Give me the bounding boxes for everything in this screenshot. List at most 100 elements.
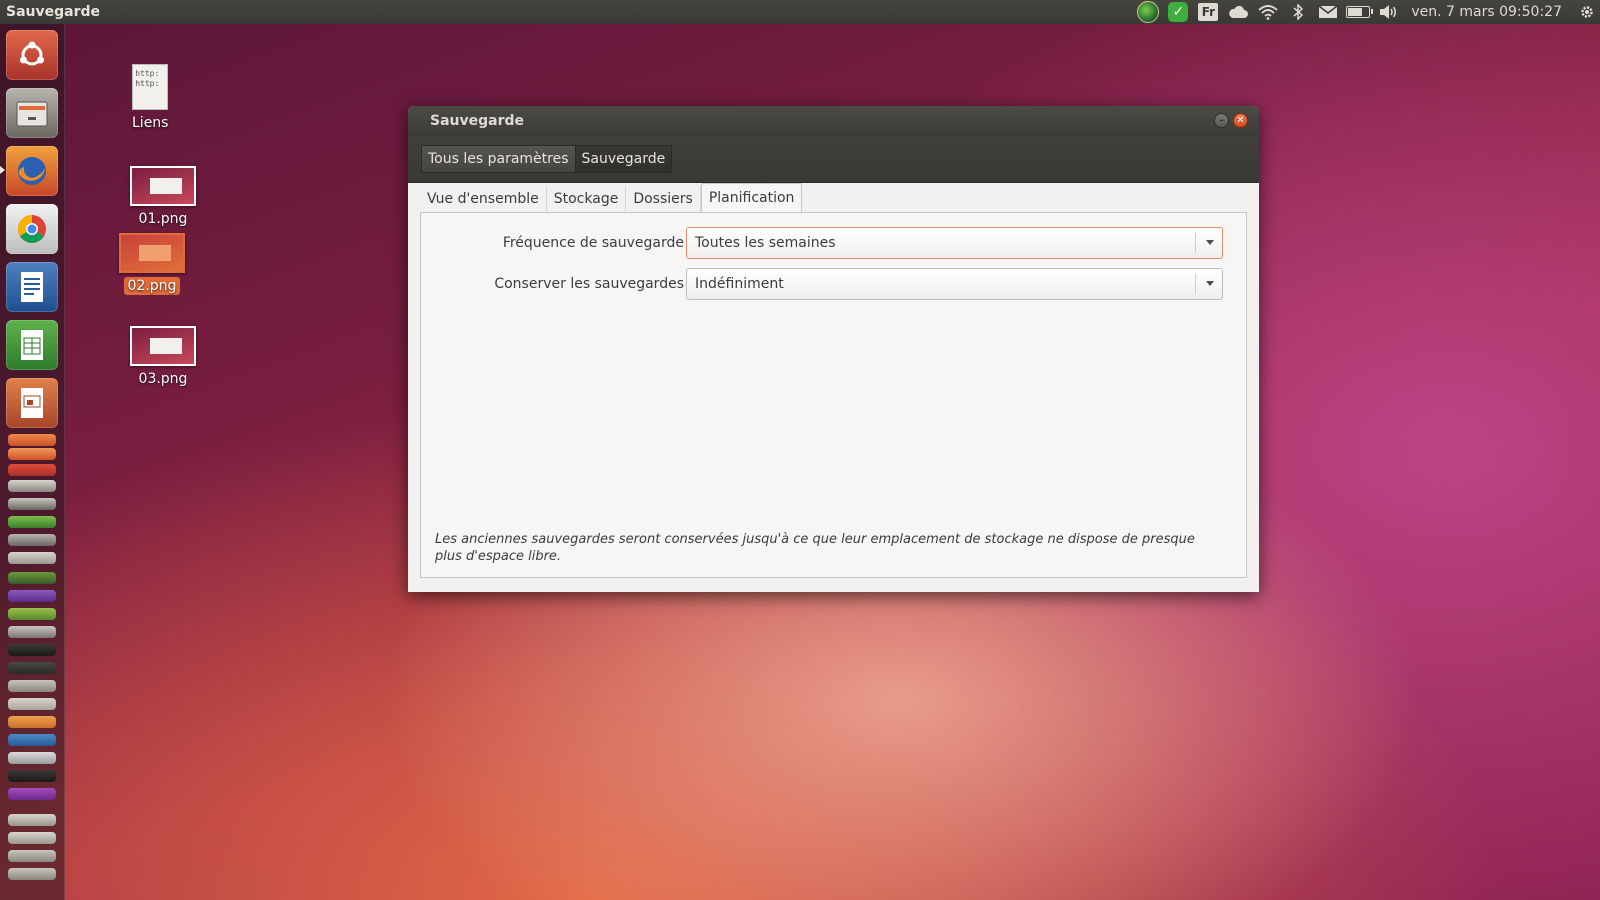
- launcher-stacked-item[interactable]: [8, 716, 56, 728]
- launcher-stacked-item[interactable]: [8, 608, 56, 620]
- launcher-stacked-item[interactable]: [8, 770, 56, 782]
- launcher-stacked-item[interactable]: [8, 832, 56, 844]
- mail-icon: [1318, 5, 1338, 18]
- mail-indicator[interactable]: [1313, 0, 1343, 24]
- launcher-chrome-button[interactable]: [6, 204, 58, 254]
- indicator-area: ✓ Fr ven. 7 mars 09:50:27: [1133, 0, 1600, 24]
- battery-icon: [1346, 6, 1374, 18]
- cloud-icon: [1229, 5, 1249, 18]
- tab-overview[interactable]: Vue d'ensemble: [420, 186, 547, 212]
- files-icon: [16, 101, 48, 127]
- frequency-row: Fréquence de sauvegarde Toutes les semai…: [421, 227, 1246, 259]
- desktop-icon-liens[interactable]: http: http: Liens: [128, 64, 172, 132]
- frequency-value: Toutes les semaines: [695, 235, 836, 251]
- impress-icon: [21, 388, 43, 418]
- tab-folders[interactable]: Dossiers: [626, 186, 701, 212]
- wifi-indicator[interactable]: [1253, 0, 1283, 24]
- tab-schedule[interactable]: Planification: [700, 183, 803, 212]
- launcher-stacked-item[interactable]: [8, 814, 56, 826]
- text-file-icon: http: http:: [132, 64, 169, 110]
- gear-icon: [1581, 6, 1593, 18]
- active-app-title: Sauvegarde: [6, 4, 101, 20]
- frequency-label: Fréquence de sauvegarde: [502, 235, 684, 251]
- launcher-stacked-item[interactable]: [8, 448, 56, 460]
- breadcrumb-backup[interactable]: Sauvegarde: [575, 145, 673, 173]
- launcher-stacked-item[interactable]: [8, 680, 56, 692]
- desktop-icon-03-png[interactable]: 03.png: [130, 326, 196, 388]
- desktop-icon-label: Liens: [132, 115, 169, 131]
- launcher-impress-button[interactable]: [6, 378, 58, 428]
- launcher-stacked-item[interactable]: [8, 590, 56, 602]
- wifi-icon: [1258, 5, 1278, 20]
- schedule-pane: Fréquence de sauvegarde Toutes les semai…: [420, 212, 1247, 578]
- launcher-stacked-item[interactable]: [8, 850, 56, 862]
- launcher-dash-button[interactable]: [6, 30, 58, 80]
- launcher-stacked-item[interactable]: [8, 498, 56, 510]
- launcher-calc-button[interactable]: [6, 320, 58, 370]
- battery-indicator[interactable]: [1343, 0, 1374, 24]
- calc-icon: [21, 330, 43, 360]
- launcher-writer-button[interactable]: [6, 262, 58, 312]
- firefox-icon: [18, 157, 46, 185]
- file-preview-text: http: http:: [135, 69, 160, 88]
- launcher-stacked-item[interactable]: [8, 534, 56, 546]
- keep-row: Conserver les sauvegardes Indéfiniment: [421, 268, 1246, 300]
- minimize-button[interactable]: –: [1214, 113, 1229, 128]
- chevron-down-icon: [1206, 281, 1214, 286]
- clock[interactable]: ven. 7 mars 09:50:27: [1403, 0, 1574, 24]
- window-content: Vue d'ensemble Stockage Dossiers Planifi…: [420, 183, 1247, 578]
- settings-toolbar: Tous les paramètres Sauvegarde: [408, 136, 1259, 183]
- launcher-stacked-item[interactable]: [8, 644, 56, 656]
- desktop-icon-01-png[interactable]: 01.png: [130, 166, 196, 228]
- retention-note: Les anciennes sauvegardes seront conserv…: [435, 532, 1195, 564]
- launcher-stacked-item[interactable]: [8, 788, 56, 800]
- window-title: Sauvegarde: [430, 113, 525, 129]
- tab-bar: Vue d'ensemble Stockage Dossiers Planifi…: [420, 183, 1247, 212]
- keep-value: Indéfiniment: [695, 276, 784, 292]
- keep-label: Conserver les sauvegardes: [494, 276, 684, 292]
- globe-icon: [1137, 1, 1160, 23]
- keyboard-layout-icon: Fr: [1198, 3, 1219, 21]
- launcher: [0, 24, 65, 900]
- keyboard-layout-indicator[interactable]: Fr: [1193, 0, 1223, 24]
- close-button[interactable]: ✕: [1233, 113, 1248, 128]
- image-thumbnail-icon: [130, 166, 196, 206]
- bluetooth-indicator[interactable]: [1283, 0, 1313, 24]
- launcher-firefox-button[interactable]: [6, 146, 58, 196]
- globe-indicator[interactable]: [1133, 0, 1163, 24]
- image-thumbnail-icon: [119, 233, 185, 273]
- desktop-icon-label: 03.png: [138, 371, 188, 387]
- launcher-files-button[interactable]: [6, 88, 58, 138]
- launcher-stacked-item[interactable]: [8, 552, 56, 564]
- launcher-stacked-item[interactable]: [8, 480, 56, 492]
- writer-icon: [21, 272, 43, 302]
- check-icon: ✓: [1168, 2, 1189, 22]
- launcher-stacked-item[interactable]: [8, 572, 56, 584]
- frequency-dropdown[interactable]: Toutes les semaines: [686, 227, 1223, 259]
- launcher-stacked-item[interactable]: [8, 752, 56, 764]
- check-indicator[interactable]: ✓: [1163, 0, 1193, 24]
- volume-indicator[interactable]: [1373, 0, 1403, 24]
- launcher-stacked-item[interactable]: [8, 626, 56, 638]
- launcher-stacked-item[interactable]: [8, 868, 56, 880]
- launcher-stacked-item[interactable]: [8, 734, 56, 746]
- launcher-stacked-item[interactable]: [8, 698, 56, 710]
- chrome-icon: [18, 215, 46, 243]
- window-titlebar[interactable]: Sauvegarde – ✕: [408, 106, 1259, 136]
- launcher-stacked-item[interactable]: [8, 662, 56, 674]
- keep-dropdown[interactable]: Indéfiniment: [686, 268, 1223, 300]
- tab-storage[interactable]: Stockage: [547, 186, 627, 212]
- minimize-icon: –: [1219, 115, 1224, 126]
- launcher-stacked-item[interactable]: [8, 516, 56, 528]
- bluetooth-icon: [1293, 4, 1304, 20]
- desktop-icon-02-png[interactable]: 02.png: [119, 233, 185, 295]
- volume-icon: [1380, 5, 1397, 19]
- session-indicator[interactable]: [1574, 0, 1600, 24]
- launcher-stacked-item[interactable]: [8, 434, 56, 446]
- image-thumbnail-icon: [130, 326, 196, 366]
- running-indicator-arrow: [0, 166, 5, 174]
- backup-settings-window: Sauvegarde – ✕ Tous les paramètres Sauve…: [408, 106, 1259, 592]
- cloud-indicator[interactable]: [1223, 0, 1253, 24]
- launcher-stacked-item[interactable]: [8, 464, 56, 476]
- breadcrumb-all-settings[interactable]: Tous les paramètres: [421, 145, 576, 173]
